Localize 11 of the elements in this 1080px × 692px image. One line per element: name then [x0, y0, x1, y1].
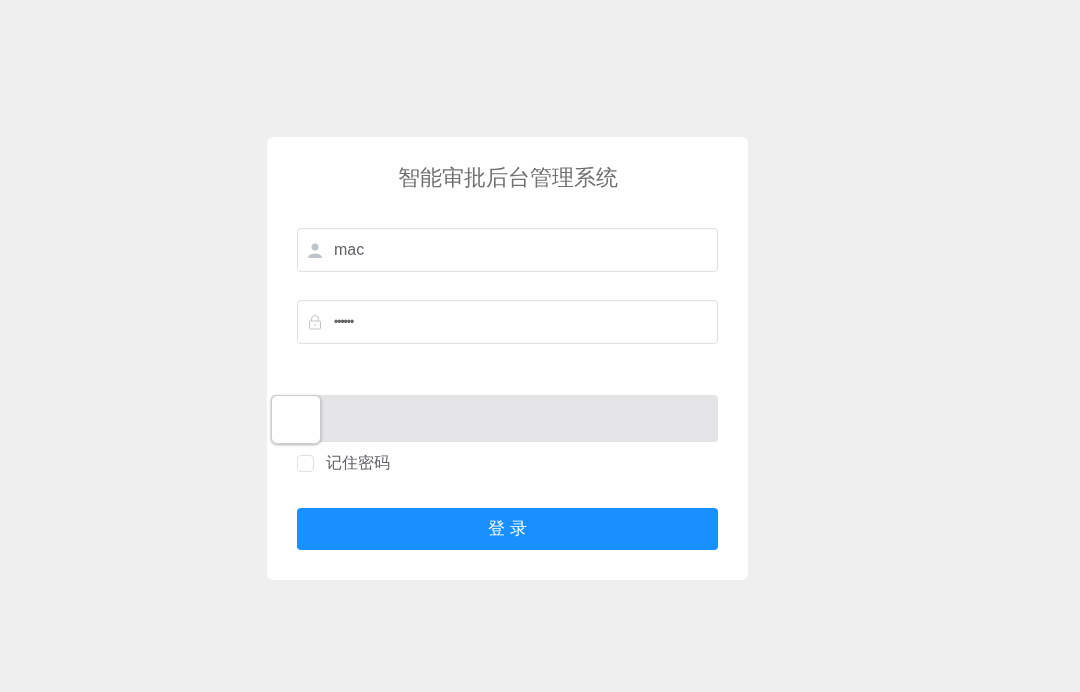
lock-icon: [307, 314, 323, 330]
password-field[interactable]: ••••••: [297, 300, 718, 344]
login-button[interactable]: 登 录: [297, 508, 718, 550]
remember-checkbox[interactable]: [297, 454, 314, 472]
card-title: 智能审批后台管理系统: [396, 164, 619, 192]
password-value: ••••••: [334, 314, 354, 331]
remember-label: 记住密码: [326, 453, 390, 473]
user-icon: [307, 242, 323, 258]
username-field[interactable]: mac: [297, 228, 718, 272]
username-value: mac: [334, 240, 365, 260]
slider-handle[interactable]: [271, 395, 321, 444]
